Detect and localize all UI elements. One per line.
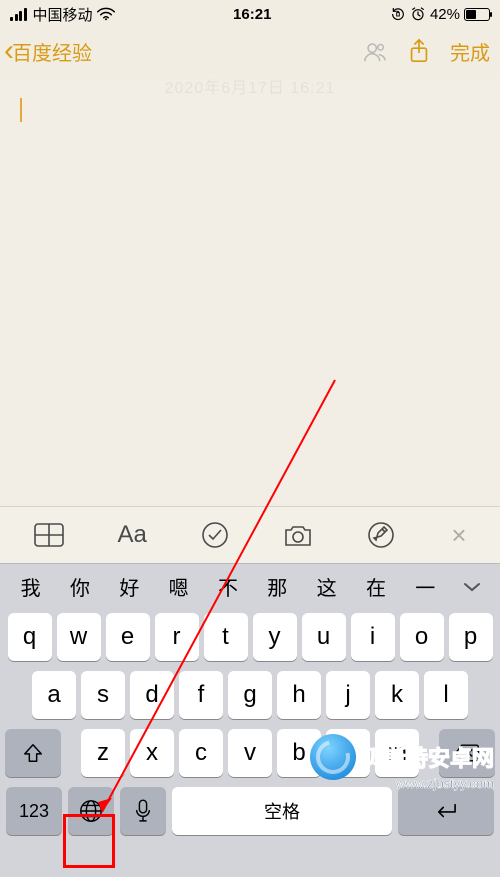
numbers-key[interactable]: 123 (6, 787, 62, 835)
checklist-button[interactable] (195, 520, 235, 550)
key-p[interactable]: p (449, 613, 493, 661)
status-left: 中国移动 (10, 4, 115, 25)
key-i[interactable]: i (351, 613, 395, 661)
key-o[interactable]: o (400, 613, 444, 661)
key-a[interactable]: a (32, 671, 76, 719)
done-button[interactable]: 完成 (450, 37, 490, 66)
delete-key[interactable] (439, 729, 495, 777)
key-m[interactable]: m (375, 729, 419, 777)
key-g[interactable]: g (228, 671, 272, 719)
clock-label: 16:21 (233, 6, 271, 23)
chevron-down-icon (462, 580, 482, 594)
wifi-icon (97, 7, 115, 21)
camera-button[interactable] (278, 522, 318, 548)
candidate[interactable]: 在 (366, 572, 386, 601)
key-j[interactable]: j (326, 671, 370, 719)
battery-pct-label: 42% (430, 6, 460, 23)
candidate[interactable]: 不 (218, 572, 238, 601)
space-key[interactable]: 空格 (172, 787, 392, 835)
status-right: 42% (390, 6, 490, 23)
key-k[interactable]: k (375, 671, 419, 719)
key-c[interactable]: c (179, 729, 223, 777)
key-e[interactable]: e (106, 613, 150, 661)
key-v[interactable]: v (228, 729, 272, 777)
candidate[interactable]: 一 (415, 572, 435, 601)
status-bar: 中国移动 16:21 42% (0, 0, 500, 28)
note-date: 2020年6月17日 16:21 (165, 74, 336, 98)
key-f[interactable]: f (179, 671, 223, 719)
orientation-lock-icon (390, 6, 406, 22)
key-s[interactable]: s (81, 671, 125, 719)
candidate[interactable]: 嗯 (169, 572, 189, 601)
key-t[interactable]: t (204, 613, 248, 661)
battery-icon (464, 8, 490, 21)
candidate[interactable]: 那 (267, 572, 287, 601)
table-button[interactable] (29, 522, 69, 548)
return-key[interactable] (398, 787, 494, 835)
key-u[interactable]: u (302, 613, 346, 661)
key-r[interactable]: r (155, 613, 199, 661)
text-cursor (20, 98, 22, 122)
back-button[interactable]: ‹ 百度经验 (4, 36, 92, 66)
candidate[interactable]: 我 (21, 572, 41, 601)
key-w[interactable]: w (57, 613, 101, 661)
key-z[interactable]: z (81, 729, 125, 777)
notes-toolbar: Aa × (0, 507, 500, 563)
dictation-key[interactable] (120, 787, 166, 835)
collaborate-icon[interactable] (362, 38, 388, 64)
key-q[interactable]: q (8, 613, 52, 661)
format-button[interactable]: Aa (112, 521, 152, 549)
candidate[interactable]: 这 (317, 572, 337, 601)
signal-icon (10, 8, 27, 21)
key-h[interactable]: h (277, 671, 321, 719)
candidate-bar: 我 你 好 嗯 不 那 这 在 一 (0, 563, 500, 609)
share-icon[interactable] (406, 38, 432, 64)
dismiss-keyboard-button[interactable]: × (451, 520, 466, 551)
key-x[interactable]: x (130, 729, 174, 777)
shift-icon (22, 742, 44, 764)
candidate[interactable]: 好 (119, 572, 139, 601)
mic-icon (134, 798, 152, 824)
delete-icon (454, 743, 480, 763)
draw-button[interactable] (361, 520, 401, 550)
annotation-highlight-box (63, 814, 115, 868)
candidate[interactable]: 你 (70, 572, 90, 601)
key-l[interactable]: l (424, 671, 468, 719)
return-icon (432, 801, 460, 821)
shift-key[interactable] (5, 729, 61, 777)
expand-candidates-button[interactable] (450, 580, 494, 594)
key-n[interactable]: n (326, 729, 370, 777)
note-content-area[interactable]: 2020年6月17日 16:21 (0, 74, 500, 506)
carrier-label: 中国移动 (33, 4, 93, 25)
key-y[interactable]: y (253, 613, 297, 661)
back-label: 百度经验 (12, 37, 92, 66)
alarm-icon (410, 6, 426, 22)
key-b[interactable]: b (277, 729, 321, 777)
key-d[interactable]: d (130, 671, 174, 719)
nav-bar: ‹ 百度经验 完成 (0, 28, 500, 74)
